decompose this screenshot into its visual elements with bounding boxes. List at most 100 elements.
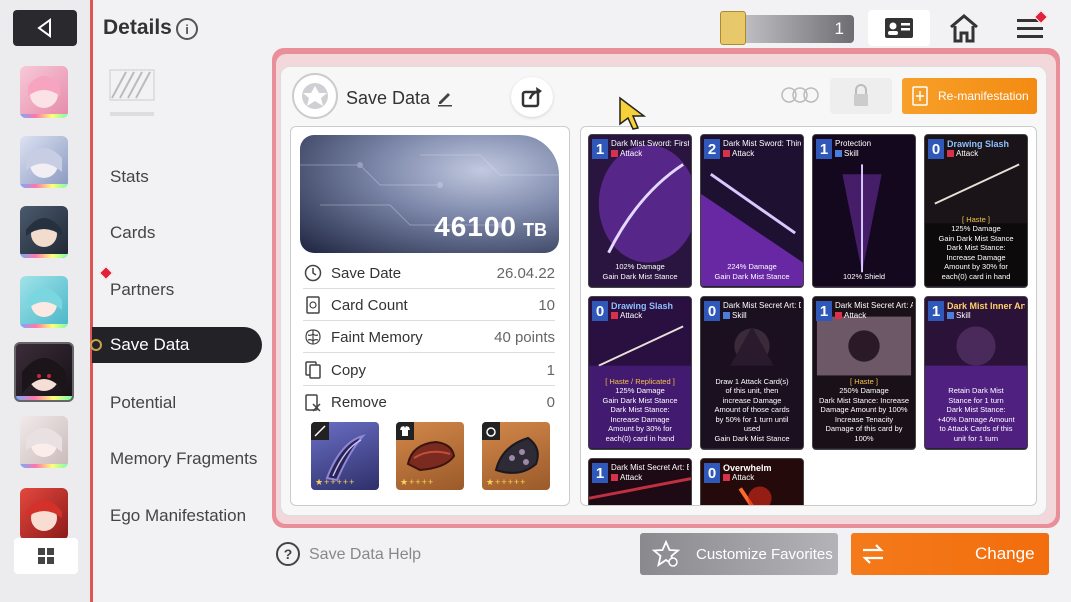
card-name: Dark Mist Secret Art: Annihilation [835, 301, 913, 310]
card-item[interactable]: 0 Dark Mist Secret Art: Destruction Skil… [700, 296, 804, 450]
card-desc-text: 224% Damage Gain Dark Mist Stance [714, 262, 790, 281]
card-type: Skill [835, 149, 859, 158]
back-button[interactable] [13, 10, 77, 46]
notification-badge [98, 265, 114, 281]
card-cost: 1 [592, 139, 608, 159]
change-label: Change [975, 544, 1035, 563]
share-button[interactable] [511, 77, 553, 117]
card-item[interactable]: 0 Drawing Slash Attack [ Haste ] 125% Dam… [924, 134, 1028, 288]
save-data-title-text: Save Data [346, 88, 431, 108]
menu-item-ego-manifestation[interactable]: Ego Manifestation [110, 506, 246, 526]
equipment-stars: ★+++++ [315, 477, 356, 487]
character-face-icon [26, 428, 62, 457]
character-face-icon [26, 288, 62, 317]
home-icon [950, 14, 978, 43]
card-type: Attack [611, 149, 642, 158]
character-portrait-1[interactable] [20, 66, 68, 118]
card-item[interactable]: 0 Drawing Slash Attack [ Haste / Replica… [588, 296, 692, 450]
card-name: Dark Mist Sword: Third Form [723, 139, 801, 148]
remanifest-card-icon [912, 86, 928, 106]
card-cost: 2 [704, 139, 720, 159]
character-portrait-selected[interactable] [14, 342, 74, 402]
menu-item-cards[interactable]: Cards [110, 223, 155, 243]
menu-item-potential[interactable]: Potential [110, 393, 176, 413]
menu-item-stats[interactable]: Stats [110, 167, 149, 187]
character-portrait-7[interactable] [20, 488, 68, 540]
customize-favorites-label: Customize Favorites [696, 545, 833, 563]
equipment-slot-armor[interactable]: ★++++ [396, 422, 464, 490]
copy-icon [303, 360, 323, 380]
brain-icon [303, 327, 323, 347]
character-face-icon [26, 500, 62, 531]
menu-item-memory-fragments[interactable]: Memory Fragments [110, 449, 257, 469]
card-item[interactable]: 1 Dark Mist Sword: First Form Attack 102… [588, 134, 692, 288]
card-name: Dark Mist Secret Art: Black Dance [611, 463, 689, 472]
hexagram-icon [302, 83, 328, 109]
menu-item-partners[interactable]: Partners [110, 280, 174, 300]
attack-type-icon [611, 312, 618, 319]
card-item[interactable]: 0 Overwhelm Attack [700, 458, 804, 505]
remanifestation-button[interactable]: Re-manifestation [902, 78, 1037, 114]
card-description: Draw 1 Attack Card(s) of this unit, then… [705, 377, 799, 444]
card-type-label: Skill [844, 149, 859, 158]
card-item[interactable]: 1 Protection Skill 102% Shield [812, 134, 916, 288]
help-link[interactable]: Save Data Help [309, 546, 421, 564]
profile-card-button[interactable] [868, 10, 930, 46]
card-desc-text: 125% Damage Gain Dark Mist Stance Dark M… [602, 386, 678, 443]
card-desc-text: Draw 1 Attack Card(s) of this unit, then… [714, 376, 790, 443]
character-portrait-4[interactable] [20, 276, 68, 328]
character-portrait-6[interactable] [20, 416, 68, 468]
lock-button[interactable] [830, 78, 892, 114]
capacity-value: 46100 TB [434, 211, 547, 243]
card-list[interactable]: 1 Dark Mist Sword: First Form Attack 102… [580, 126, 1037, 506]
ring-slot-icon [482, 422, 500, 440]
card-name: Protection [835, 139, 872, 148]
currency-display[interactable]: 1 [720, 11, 854, 45]
home-button[interactable] [944, 10, 984, 46]
card-type-label: Attack [620, 311, 643, 320]
grid-icon [38, 548, 54, 564]
card-cost: 0 [704, 301, 720, 321]
card-item[interactable]: 1 Dark Mist Secret Art: Annihilation Att… [812, 296, 916, 450]
card-item[interactable]: 2 Dark Mist Sword: Third Form Attack 224… [700, 134, 804, 288]
change-button[interactable]: Change [851, 533, 1049, 575]
card-cost: 1 [816, 139, 832, 159]
card-type-label: Skill [956, 311, 971, 320]
equipment-slot-accessory[interactable]: ★+++++ [482, 422, 550, 490]
card-type-label: Attack [620, 149, 643, 158]
edit-pencil-icon[interactable] [436, 89, 454, 107]
pointer-cursor-icon [619, 96, 646, 130]
customize-favorites-button[interactable]: Customize Favorites [640, 533, 838, 575]
stat-row-card-count: Card Count 10 [303, 290, 555, 321]
active-indicator-icon [90, 339, 102, 351]
character-portrait-2[interactable] [20, 136, 68, 188]
card-desc-text: 125% Damage Gain Dark Mist Stance Dark M… [938, 224, 1014, 281]
armor-slot-icon [396, 422, 414, 440]
character-face-icon [26, 218, 62, 247]
card-keyword: [ Haste ] [850, 376, 878, 386]
rarity-bar [20, 254, 68, 258]
menu-item-label: Save Data [110, 335, 190, 354]
card-description: [ Haste / Replicated ] 125% Damage Gain D… [593, 377, 687, 444]
card-type: Skill [723, 311, 747, 320]
card-desc-text: 250% Damage Dark Mist Stance: Increase D… [818, 386, 910, 443]
card-item[interactable]: 1 Dark Mist Secret Art: Black Dance Atta… [588, 458, 692, 505]
info-icon[interactable]: i [176, 18, 198, 40]
card-type-label: Attack [732, 473, 755, 482]
character-portrait-3[interactable] [20, 206, 68, 258]
card-name: Overwhelm [723, 463, 772, 473]
card-cost: 1 [592, 463, 608, 483]
equipment-slot-weapon[interactable]: ★+++++ [311, 422, 379, 490]
card-type-label: Attack [956, 149, 979, 158]
capacity-number: 46100 [434, 211, 517, 242]
equipment-stars: ★+++++ [486, 477, 527, 487]
stat-label: Save Date [331, 264, 402, 282]
grid-view-button[interactable] [14, 538, 78, 574]
card-item[interactable]: 1 Dark Mist Inner Art Skill Retain Dark … [924, 296, 1028, 450]
save-data-emblem [292, 73, 338, 119]
card-type: Attack [723, 473, 754, 482]
skill-type-icon [835, 150, 842, 157]
menu-item-save-data[interactable]: Save Data [90, 327, 262, 363]
help-icon[interactable]: ? [276, 542, 300, 566]
stat-value: 26.04.22 [496, 264, 555, 282]
